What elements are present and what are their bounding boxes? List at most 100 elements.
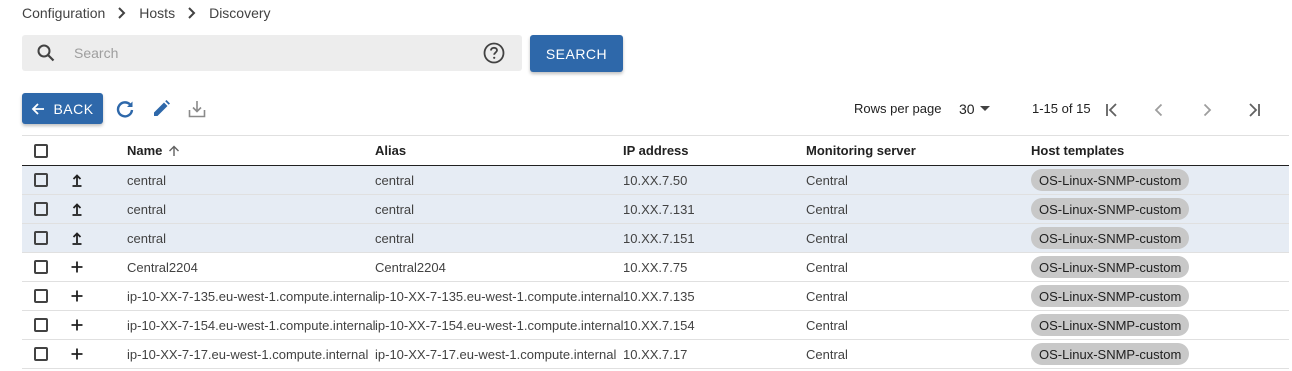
cell-monitoring-server: Central (806, 201, 848, 217)
cell-ip-address: 10.XX.7.50 (623, 172, 688, 188)
row-checkbox[interactable] (34, 289, 48, 303)
add-host-icon[interactable] (69, 346, 85, 362)
download-icon[interactable] (186, 98, 208, 120)
cell-ip-address: 10.XX.7.151 (623, 230, 695, 246)
cell-name: ip-10-XX-7-17.eu-west-1.compute.internal (127, 346, 369, 362)
cell-alias: central (375, 230, 415, 246)
rows-per-page-label: Rows per page (854, 101, 942, 116)
first-page-icon[interactable] (1100, 98, 1124, 122)
chevron-right-icon (188, 7, 196, 19)
add-host-icon[interactable] (69, 259, 85, 275)
search-input[interactable] (74, 38, 454, 68)
row-checkbox[interactable] (34, 260, 48, 274)
table-row[interactable]: ip-10-XX-7-154.eu-west-1.compute.interna… (22, 311, 1289, 340)
edit-icon[interactable] (150, 98, 172, 120)
cell-name: central (127, 172, 167, 188)
column-header-ip[interactable]: IP address (623, 136, 689, 165)
row-checkbox[interactable] (34, 347, 48, 361)
chevron-right-icon (118, 7, 126, 19)
cell-host-templates: OS-Linux-SNMP-custom (1031, 253, 1190, 281)
cell-ip-address: 10.XX.7.75 (623, 259, 688, 275)
cell-host-templates: OS-Linux-SNMP-custom (1031, 340, 1190, 368)
cell-name: Central2204 (127, 259, 198, 275)
update-host-icon[interactable] (69, 230, 85, 246)
table-body: central central 10.XX.7.50 Central OS-Linux-… (22, 166, 1289, 369)
cell-ip-address: 10.XX.7.17 (623, 346, 688, 362)
table-row[interactable]: central central 10.XX.7.151 Central OS-Linux… (22, 224, 1289, 253)
cell-monitoring-server: Central (806, 230, 848, 246)
row-checkbox[interactable] (34, 202, 48, 216)
cell-name: central (127, 230, 167, 246)
discovery-table: Name Alias IP address Monitoring server … (22, 135, 1289, 369)
search-bar (22, 35, 522, 71)
breadcrumb-configuration[interactable]: Configuration (22, 5, 105, 21)
back-button[interactable]: BACK (22, 93, 103, 124)
update-host-icon[interactable] (69, 201, 85, 217)
row-checkbox[interactable] (34, 231, 48, 245)
help-icon[interactable] (483, 42, 505, 64)
cell-name: ip-10-XX-7-135.eu-west-1.compute.interna… (127, 288, 376, 304)
cell-alias: ip-10-XX-7-154.eu-west-1.compute.interna… (375, 317, 624, 333)
search-button[interactable]: SEARCH (530, 35, 623, 72)
rows-per-page-select[interactable]: 30 (959, 99, 999, 119)
cell-monitoring-server: Central (806, 288, 848, 304)
cell-monitoring-server: Central (806, 172, 848, 188)
table-row[interactable]: ip-10-XX-7-17.eu-west-1.compute.internal… (22, 340, 1289, 369)
table-row[interactable]: ip-10-XX-7-135.eu-west-1.compute.interna… (22, 282, 1289, 311)
previous-page-icon[interactable] (1147, 98, 1171, 122)
search-icon (36, 43, 56, 63)
breadcrumb: Configuration Hosts Discovery (22, 5, 271, 21)
back-button-label: BACK (53, 100, 94, 117)
refresh-icon[interactable] (114, 98, 136, 120)
host-template-chip: OS-Linux-SNMP-custom (1031, 169, 1190, 191)
cell-alias: ip-10-XX-7-17.eu-west-1.compute.internal (375, 346, 617, 362)
table-row[interactable]: Central2204 Central2204 10.XX.7.75 Central O… (22, 253, 1289, 282)
cell-name: ip-10-XX-7-154.eu-west-1.compute.interna… (127, 317, 376, 333)
cell-monitoring-server: Central (806, 317, 848, 333)
rows-per-page-value: 30 (959, 101, 975, 117)
cell-ip-address: 10.XX.7.135 (623, 288, 695, 304)
cell-ip-address: 10.XX.7.131 (623, 201, 695, 217)
caret-down-icon (979, 106, 990, 111)
row-checkbox[interactable] (34, 318, 48, 332)
breadcrumb-discovery: Discovery (209, 5, 271, 21)
select-all-checkbox[interactable] (34, 143, 48, 158)
column-header-host-templates[interactable]: Host templates (1031, 136, 1124, 165)
add-host-icon[interactable] (69, 288, 85, 304)
host-template-chip: OS-Linux-SNMP-custom (1031, 256, 1190, 278)
host-template-chip: OS-Linux-SNMP-custom (1031, 314, 1190, 336)
cell-host-templates: OS-Linux-SNMP-custom (1031, 311, 1190, 339)
cell-alias: central (375, 201, 415, 217)
host-template-chip: OS-Linux-SNMP-custom (1031, 198, 1190, 220)
cell-monitoring-server: Central (806, 346, 848, 362)
arrow-left-icon (32, 102, 45, 115)
table-header: Name Alias IP address Monitoring server … (22, 136, 1289, 166)
add-host-icon[interactable] (69, 317, 85, 333)
table-row[interactable]: central central 10.XX.7.131 Central OS-Linux… (22, 195, 1289, 224)
column-header-alias[interactable]: Alias (375, 136, 406, 165)
table-row[interactable]: central central 10.XX.7.50 Central OS-Linux-… (22, 166, 1289, 195)
column-header-name[interactable]: Name (127, 136, 180, 165)
cell-monitoring-server: Central (806, 259, 848, 275)
host-template-chip: OS-Linux-SNMP-custom (1031, 343, 1190, 365)
host-template-chip: OS-Linux-SNMP-custom (1031, 285, 1190, 307)
cell-alias: ip-10-XX-7-135.eu-west-1.compute.interna… (375, 288, 624, 304)
cell-host-templates: OS-Linux-SNMP-custom (1031, 195, 1190, 223)
cell-alias: Central2204 (375, 259, 446, 275)
next-page-icon[interactable] (1195, 98, 1219, 122)
sort-ascending-icon (169, 145, 180, 156)
cell-ip-address: 10.XX.7.154 (623, 317, 695, 333)
cell-host-templates: OS-Linux-SNMP-custom (1031, 224, 1190, 252)
row-checkbox[interactable] (34, 173, 48, 187)
column-header-monitoring-server[interactable]: Monitoring server (806, 136, 916, 165)
update-host-icon[interactable] (69, 172, 85, 188)
last-page-icon[interactable] (1242, 98, 1266, 122)
cell-name: central (127, 201, 167, 217)
column-header-name-label: Name (127, 143, 163, 158)
breadcrumb-hosts[interactable]: Hosts (139, 5, 175, 21)
cell-host-templates: OS-Linux-SNMP-custom (1031, 282, 1190, 310)
pagination-range: 1-15 of 15 (1032, 101, 1091, 116)
cell-alias: central (375, 172, 415, 188)
host-template-chip: OS-Linux-SNMP-custom (1031, 227, 1190, 249)
cell-host-templates: OS-Linux-SNMP-custom (1031, 166, 1190, 194)
